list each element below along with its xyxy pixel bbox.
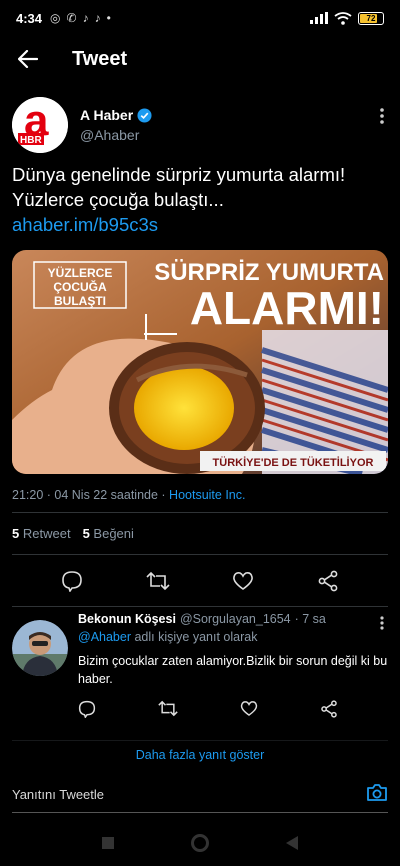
more-options-button[interactable] — [380, 616, 384, 635]
reply-text: Bizim çocuklar zaten alamiyor.Bizlik bir… — [78, 654, 388, 686]
tweet-text: Dünya genelinde sürpriz yumurta alarmı! … — [12, 164, 346, 210]
like-button[interactable] — [232, 571, 254, 596]
status-time: 4:34 — [16, 10, 43, 26]
tweet-timestamp: 21:20 · 04 Nis 22 saatinde · Hootsuite I… — [12, 488, 246, 502]
share-button[interactable] — [317, 570, 339, 597]
status-bar: 4:34 ◎ ✆ ♪ ♪ • 72 — [0, 0, 400, 36]
arrow-left-icon — [18, 50, 38, 68]
bullseye-icon: ◎ — [50, 11, 61, 25]
reply-time: · 7 sa — [294, 612, 326, 626]
system-back-button[interactable] — [285, 835, 299, 856]
divider — [12, 512, 388, 513]
comment-icon — [62, 570, 83, 593]
home-button[interactable] — [191, 833, 209, 857]
back-button[interactable] — [0, 36, 56, 82]
tiktok-icon: ♪ — [82, 11, 89, 25]
retweet-icon — [146, 571, 170, 590]
reply-author-handle[interactable]: @Sorgulayan_1654 — [180, 612, 291, 626]
avatar[interactable] — [12, 620, 68, 676]
tweet-actions — [0, 566, 400, 600]
tweet-link[interactable]: ahaber.im/b95c3s — [12, 212, 388, 238]
page-title: Tweet — [72, 47, 128, 70]
share-icon — [321, 700, 337, 718]
mention-link[interactable]: @Ahaber — [78, 630, 131, 644]
svg-text:HBR: HBR — [20, 135, 42, 146]
heart-icon — [233, 571, 254, 590]
replying-to: @Ahaber adlı kişiye yanıt olarak — [78, 630, 258, 644]
retweet-button[interactable] — [146, 571, 170, 596]
svg-text:YÜZLERCE: YÜZLERCE — [48, 265, 113, 280]
like-button[interactable] — [240, 700, 258, 723]
camera-button[interactable] — [366, 782, 388, 807]
divider — [12, 740, 388, 741]
system-navigation-bar — [0, 824, 400, 866]
square-icon — [102, 836, 114, 849]
comment-icon — [78, 700, 96, 719]
more-options-button[interactable] — [380, 108, 384, 129]
svg-text:ÇOCUĞA: ÇOCUĞA — [53, 279, 107, 294]
tweet-media-image[interactable]: YÜZLERCE ÇOCUĞA BULAŞTI SÜRPRİZ YUMURTA … — [12, 250, 388, 474]
battery-icon: 72 — [358, 11, 384, 25]
show-more-replies-link[interactable]: Daha fazla yanıt göster — [0, 748, 400, 762]
svg-text:ALARMI!: ALARMI! — [190, 282, 384, 334]
ahaber-logo-avatar[interactable]: a HBR — [12, 97, 68, 153]
reply-composer[interactable]: Yanıtını Tweetle — [0, 772, 400, 816]
likes-stat[interactable]: 5 Beğeni — [83, 526, 134, 541]
wifi-icon — [334, 11, 352, 25]
whatsapp-icon: ✆ — [66, 11, 77, 25]
triangle-back-icon — [286, 835, 298, 850]
tweet-stats: 5 Retweet 5 Beğeni — [12, 526, 134, 541]
reply-button[interactable] — [61, 570, 83, 597]
share-icon — [318, 570, 338, 591]
retweets-stat[interactable]: 5 Retweet — [12, 526, 71, 541]
heart-icon — [240, 701, 258, 716]
reply-author-name[interactable]: Bekonun Köşesi — [78, 612, 176, 626]
more-vertical-icon — [380, 108, 384, 124]
reply-button[interactable] — [78, 700, 96, 723]
dot-icon: • — [106, 11, 111, 25]
recent-apps-button[interactable] — [101, 836, 115, 855]
retweet-button[interactable] — [158, 700, 178, 723]
author-name[interactable]: A Haber — [80, 107, 133, 123]
tiktok-icon: ♪ — [94, 11, 101, 25]
reply-input[interactable]: Yanıtını Tweetle — [12, 787, 104, 802]
top-app-bar: Tweet — [0, 36, 400, 82]
source-app-link[interactable]: Hootsuite Inc. — [169, 488, 245, 502]
share-button[interactable] — [320, 700, 338, 723]
author-handle[interactable]: @Ahaber — [80, 127, 152, 143]
verified-badge-icon — [137, 107, 152, 123]
svg-text:BULAŞTI: BULAŞTI — [54, 294, 106, 308]
camera-icon — [367, 783, 387, 801]
divider — [12, 554, 388, 555]
reply-tweet[interactable]: Bekonun Köşesi @Sorgulayan_1654 · 7 sa @… — [12, 612, 388, 723]
retweet-icon — [158, 700, 178, 717]
main-tweet: a HBR A Haber @Ahaber Dünya genelinde sü… — [12, 96, 388, 502]
more-vertical-icon — [380, 616, 384, 630]
composer-underline — [12, 812, 388, 813]
divider — [12, 606, 388, 607]
svg-text:TÜRKİYE'DE DE TÜKETİLİYOR: TÜRKİYE'DE DE TÜKETİLİYOR — [213, 456, 374, 469]
signal-icon — [310, 12, 328, 24]
circle-icon — [191, 833, 209, 852]
